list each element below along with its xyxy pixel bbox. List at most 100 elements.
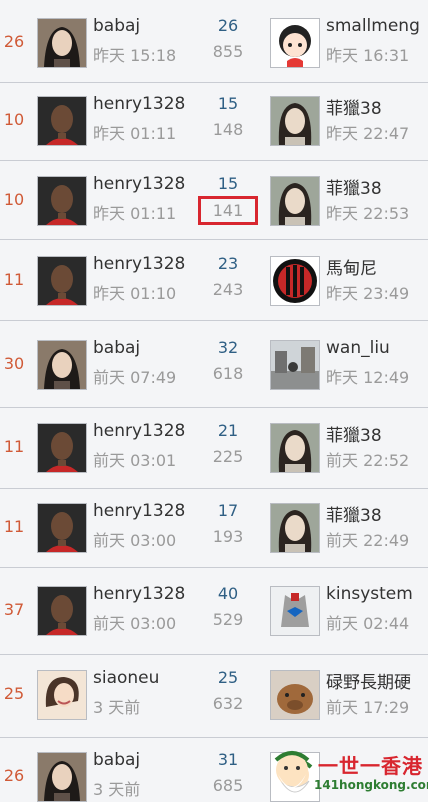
author-avatar[interactable] (37, 256, 87, 306)
forum-number: 10 (3, 190, 25, 209)
watermark-url: 141hongkong.com (314, 778, 428, 792)
author-link[interactable]: henry1328 (93, 501, 185, 521)
last-post-time: 昨天 22:47 (326, 124, 410, 143)
last-post-time: 昨天 12:49 (326, 368, 410, 387)
forum-number: 11 (3, 270, 25, 289)
capybara-avatar (271, 671, 319, 719)
post-time: 昨天 01:11 (93, 124, 177, 143)
last-poster-link[interactable]: smallmeng (326, 16, 420, 36)
author-avatar[interactable] (37, 752, 87, 802)
last-poster-avatar[interactable] (270, 670, 320, 720)
post-time: 昨天 01:11 (93, 204, 177, 223)
author-link[interactable]: siaoneu (93, 668, 159, 688)
author-link[interactable]: henry1328 (93, 94, 185, 114)
author-avatar[interactable] (37, 670, 87, 720)
masked-hero-avatar (271, 587, 319, 635)
woman-portrait-avatar (271, 424, 319, 472)
smiling-woman-avatar (38, 671, 86, 719)
author-avatar[interactable] (37, 96, 87, 146)
reply-count: 40 (217, 584, 239, 603)
last-post-time: 前天 02:44 (326, 614, 410, 633)
post-time: 昨天 01:10 (93, 284, 177, 303)
post-time: 前天 03:00 (93, 614, 177, 633)
last-poster-avatar[interactable] (270, 176, 320, 226)
last-post-time: 前天 22:49 (326, 531, 410, 550)
last-poster-avatar[interactable] (270, 18, 320, 68)
last-poster-link[interactable]: kinsystem (326, 584, 413, 604)
forum-number: 26 (3, 766, 25, 785)
thread-row[interactable]: 37 henry1328 前天 03:00 40 529 kinsystem 前天 02:4… (0, 568, 428, 655)
author-link[interactable]: henry1328 (93, 254, 185, 274)
last-post-time: 昨天 16:31 (326, 46, 410, 65)
view-count: 685 (212, 776, 244, 795)
author-avatar[interactable] (37, 586, 87, 636)
author-link[interactable]: henry1328 (93, 421, 185, 441)
view-count: 148 (212, 120, 244, 139)
site-watermark: 一世一香港 141hongkong.com (270, 748, 428, 801)
last-poster-link[interactable]: wan_liu (326, 338, 390, 358)
view-count: 225 (212, 447, 244, 466)
street-scene-avatar (271, 341, 319, 389)
woman-dark-hair-avatar (38, 341, 86, 389)
post-time: 前天 03:01 (93, 451, 177, 470)
forum-number: 37 (3, 600, 25, 619)
reply-count: 26 (217, 16, 239, 35)
last-poster-link[interactable]: 馬甸尼 (326, 254, 377, 279)
post-time: 前天 07:49 (93, 368, 177, 387)
author-avatar[interactable] (37, 176, 87, 226)
thread-row[interactable]: 26 babaj 昨天 15:18 26 855 smallmeng 昨天 16:31 (0, 0, 428, 83)
last-poster-link[interactable]: 碌野長期硬 (326, 668, 411, 693)
author-link[interactable]: babaj (93, 750, 140, 770)
author-link[interactable]: henry1328 (93, 584, 185, 604)
author-link[interactable]: babaj (93, 338, 140, 358)
woman-dark-hair-avatar (38, 19, 86, 67)
reply-count: 21 (217, 421, 239, 440)
last-poster-avatar[interactable] (270, 256, 320, 306)
author-avatar[interactable] (37, 503, 87, 553)
view-count: 632 (212, 694, 244, 713)
author-link[interactable]: babaj (93, 16, 140, 36)
last-poster-avatar[interactable] (270, 586, 320, 636)
cartoon-girl-avatar (271, 19, 319, 67)
last-poster-link[interactable]: 菲獵38 (326, 94, 382, 119)
ac-milan-crest-avatar (271, 257, 319, 305)
reply-count: 31 (217, 750, 239, 769)
thread-row[interactable]: 10 henry1328 昨天 01:11 15 141 菲獵38 昨天 22:53 (0, 161, 428, 240)
reply-count: 23 (217, 254, 239, 273)
reply-count: 17 (217, 501, 239, 520)
forum-number: 25 (3, 684, 25, 703)
footballer-avatar (38, 97, 86, 145)
author-avatar[interactable] (37, 340, 87, 390)
thread-row[interactable]: 10 henry1328 昨天 01:11 15 148 菲獵38 昨天 22:47 (0, 83, 428, 161)
last-poster-avatar[interactable] (270, 96, 320, 146)
author-avatar[interactable] (37, 18, 87, 68)
author-avatar[interactable] (37, 423, 87, 473)
forum-number: 11 (3, 437, 25, 456)
forum-number: 10 (3, 110, 25, 129)
post-time: 昨天 15:18 (93, 46, 177, 65)
old-man-mascot-icon (274, 751, 310, 788)
view-count: 529 (212, 610, 244, 629)
author-link[interactable]: henry1328 (93, 174, 185, 194)
woman-portrait-avatar (271, 177, 319, 225)
post-time: 前天 03:00 (93, 531, 177, 550)
thread-row[interactable]: 11 henry1328 昨天 01:10 23 243 馬甸尼 昨天 23:49 (0, 240, 428, 321)
last-poster-avatar[interactable] (270, 423, 320, 473)
thread-row[interactable]: 25 siaoneu 3 天前 25 632 碌野長期硬 前天 17:29 (0, 655, 428, 738)
watermark-title: 一世一香港 (318, 754, 423, 778)
thread-row[interactable]: 30 babaj 前天 07:49 32 618 wan_liu 昨天 12:49 (0, 321, 428, 408)
last-poster-avatar[interactable] (270, 340, 320, 390)
last-poster-avatar[interactable] (270, 503, 320, 553)
last-post-time: 昨天 22:53 (326, 204, 410, 223)
last-post-time: 前天 22:52 (326, 451, 410, 470)
view-count: 193 (212, 527, 244, 546)
last-poster-link[interactable]: 菲獵38 (326, 501, 382, 526)
post-time: 3 天前 (93, 698, 141, 717)
thread-row[interactable]: 11 henry1328 前天 03:01 21 225 菲獵38 前天 22:52 (0, 408, 428, 489)
footballer-avatar (38, 424, 86, 472)
thread-row[interactable]: 11 henry1328 前天 03:00 17 193 菲獵38 前天 22:49 (0, 489, 428, 568)
woman-portrait-avatar (271, 97, 319, 145)
last-poster-link[interactable]: 菲獵38 (326, 421, 382, 446)
forum-number: 30 (3, 354, 25, 373)
last-poster-link[interactable]: 菲獵38 (326, 174, 382, 199)
